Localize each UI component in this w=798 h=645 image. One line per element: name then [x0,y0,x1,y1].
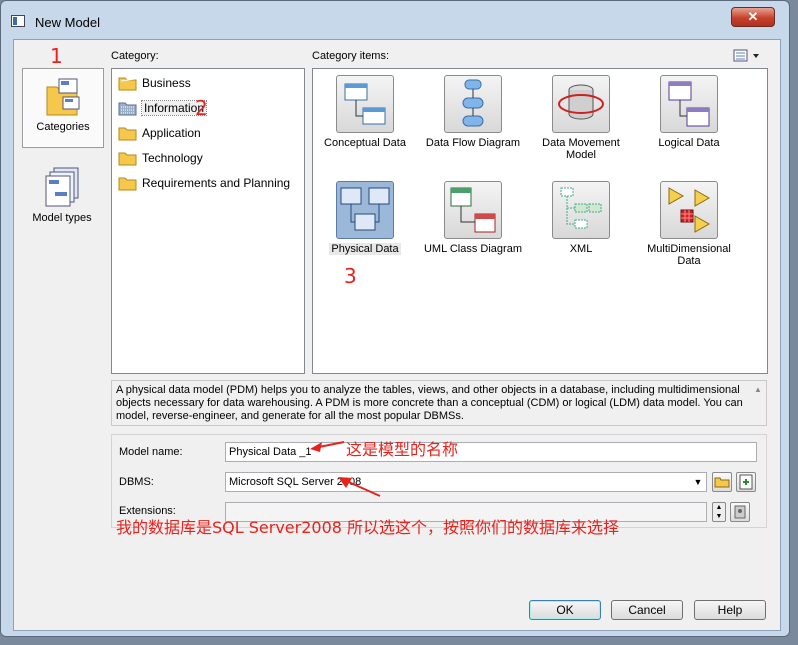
model-types-label: Model types [32,212,92,224]
annotation-number-1: 1 [50,44,63,68]
category-item-business[interactable]: Business [118,73,191,93]
left-panel: Categories Model types [22,66,106,366]
open-folder-button[interactable] [712,472,732,492]
category-item-requirements[interactable]: Requirements and Planning [118,173,290,193]
logical-data-icon [660,75,718,133]
data-flow-diagram-icon [444,75,502,133]
extensions-select-button[interactable] [730,502,750,522]
annotation-model-name-note: 这是模型的名称 [346,440,459,459]
window-title: New Model [35,15,101,30]
description-box: A physical data model (PDM) helps you to… [111,380,767,426]
conceptual-data-icon [336,75,394,133]
view-mode-button[interactable] [730,48,764,64]
annotation-arrow-model-name [310,441,345,452]
category-items-label: Category items: [312,50,390,62]
list-view-icon [733,49,759,62]
dbms-select[interactable]: Microsoft SQL Server 2008 ▼ [225,472,707,492]
item-data-flow-diagram[interactable]: Data Flow Diagram [421,75,525,149]
item-multidimensional-data[interactable]: MultiDimensional Data [637,181,741,267]
model-types-button[interactable]: Model types [22,160,102,230]
categories-label: Categories [36,121,90,133]
dialog-body: Categories Model types Category: Busines… [13,39,781,631]
folder-icon [714,477,730,488]
dbms-properties-button[interactable] [736,472,756,492]
category-item-information[interactable]: Information [118,98,208,118]
category-items-grid: Conceptual Data Data Flow Diagram Data M… [312,68,768,374]
chevron-down-icon: ▼ [693,477,703,487]
folder-icon [118,77,137,91]
close-button[interactable]: ✕ [731,7,775,27]
annotation-number-2: 2 [195,96,208,120]
folder-icon [118,177,137,191]
item-conceptual-data[interactable]: Conceptual Data [313,75,417,149]
folder-icon [118,127,137,141]
category-item-application[interactable]: Application [118,123,201,143]
category-list: Business Information Application Technol… [111,68,305,374]
data-movement-model-icon [552,75,610,133]
help-button[interactable]: Help [694,600,766,620]
folder-icon [118,102,137,116]
multidimensional-data-icon [660,181,718,239]
item-data-movement-model[interactable]: Data Movement Model [529,75,633,161]
annotation-arrow-dbms [338,477,381,497]
folder-icon [118,152,137,166]
item-physical-data[interactable]: Physical Data [313,181,417,255]
cancel-button[interactable]: Cancel [611,600,683,620]
category-item-technology[interactable]: Technology [118,148,203,168]
xml-icon [552,181,610,239]
physical-data-icon [336,181,394,239]
model-name-label: Model name: [119,446,183,458]
title-bar: New Model ✕ [1,1,789,35]
item-logical-data[interactable]: Logical Data [637,75,741,149]
categories-folder-icon [43,75,83,119]
uml-class-diagram-icon [444,181,502,239]
window-icon [11,15,25,27]
description-text: A physical data model (PDM) helps you to… [116,384,743,422]
categories-button[interactable]: Categories [22,68,104,148]
extensions-spinner[interactable]: ▲ ▼ [712,502,726,522]
model-types-icon [42,166,82,210]
annotation-dbms-note: 我的数据库是SQL Server2008 所以选这个，按照你们的数据库来选择 [116,518,620,537]
extensions-icon [734,505,746,519]
item-uml-class-diagram[interactable]: UML Class Diagram [421,181,525,255]
dbms-label: DBMS: [119,476,154,488]
category-label: Category: [111,50,159,62]
properties-icon [739,474,753,490]
item-xml[interactable]: XML [529,181,633,255]
ok-button[interactable]: OK [529,600,601,620]
new-model-dialog: New Model ✕ Categories Model types Categ… [0,0,790,637]
description-scrollbar[interactable]: ▲▼ [752,383,764,425]
annotation-number-3: 3 [344,264,357,288]
